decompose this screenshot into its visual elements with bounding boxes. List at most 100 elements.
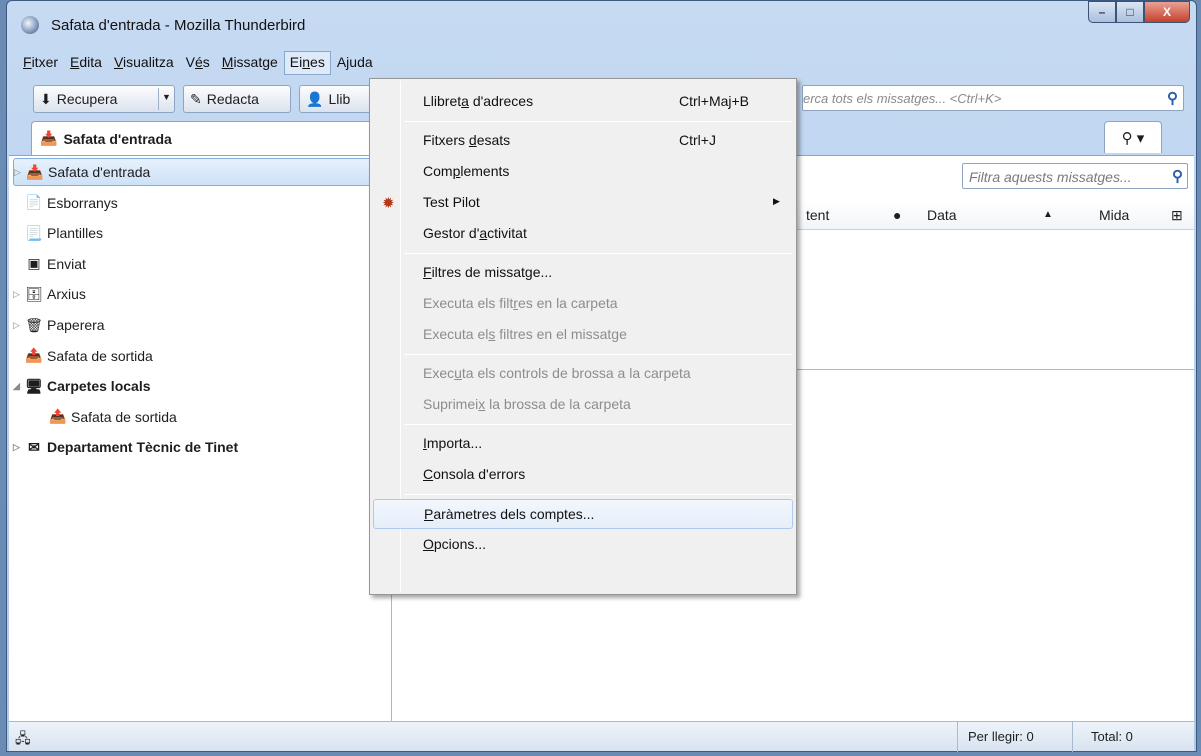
menu-label: Ajuda xyxy=(336,54,373,70)
folder-item[interactable]: ◢ 🖥 Carpetes locals xyxy=(13,372,151,400)
menu-item-test-pilot[interactable]: ✹ Test Pilot ▶ xyxy=(373,188,793,218)
folder-label: Safata d'entrada xyxy=(48,164,151,180)
menu-item-label: Gestor d'activitat xyxy=(423,225,527,241)
menu-item-executa-els-controls-de-brossa-a-la-carpeta[interactable]: Executa els controls de brossa a la carp… xyxy=(373,359,793,389)
expand-toggle-icon[interactable]: ◢ xyxy=(13,381,23,392)
minimize-button[interactable]: – xyxy=(1088,1,1116,23)
global-search-placeholder: erca tots els missatges... <Ctrl+K> xyxy=(803,91,1002,106)
search-icon[interactable]: ⚲ xyxy=(1167,89,1178,107)
column-correspondent[interactable]: tent xyxy=(806,207,829,223)
menu-item-executa-els-filtres-en-la-carpeta[interactable]: Executa els filtres en la carpeta xyxy=(373,289,793,319)
menu-item-label: Llibreta d'adreces xyxy=(423,93,534,109)
mail-account-icon: ✉ xyxy=(28,438,40,455)
menu-label: Vés xyxy=(185,54,210,70)
quick-filter-input[interactable]: Filtra aquests missatges... ⚲ xyxy=(962,163,1188,189)
tools-menu-dropdown: Llibreta d'adreces Ctrl+Maj+B Fitxers desa… xyxy=(369,78,797,595)
tab-inbox[interactable]: 📥 Safata d'entrada xyxy=(31,121,381,155)
folder-item[interactable]: ▷ 📥 Safata d'entrada xyxy=(13,158,391,186)
get-messages-button[interactable]: ⬇ Recupera ▼ xyxy=(33,85,175,113)
inbox-icon: 📥 xyxy=(40,130,58,146)
menu-item-suprimeix-la-brossa-de-la-carpeta[interactable]: Suprimeix la brossa de la carpeta xyxy=(373,390,793,420)
menu-label: Missatge xyxy=(221,54,278,70)
write-label: Redacta xyxy=(206,91,259,107)
folder-label: Plantilles xyxy=(47,225,104,242)
folder-item[interactable]: 📃 Plantilles xyxy=(13,219,103,247)
column-date[interactable]: Data xyxy=(927,207,957,223)
column-picker-icon[interactable]: ⊞ xyxy=(1171,207,1183,224)
menu-separator xyxy=(404,121,792,122)
search-icon[interactable]: ⚲ xyxy=(1172,167,1183,185)
window-title: Safata d'entrada - Mozilla Thunderbird xyxy=(51,17,306,34)
menu-item-importa[interactable]: Importa... xyxy=(373,429,793,459)
folder-item[interactable]: 📤 Safata de sortida xyxy=(37,403,177,431)
menu-bar: Fitxer Edita Visualitza Vés Missatge Eines Aju… xyxy=(7,51,379,75)
menu-label: Fitxer xyxy=(23,54,59,70)
folder-label: Paperera xyxy=(47,317,105,333)
folder-label: Arxius xyxy=(47,286,86,303)
outbox-icon: 📤 xyxy=(49,408,67,425)
menu-item-label: Paràmetres dels comptes... xyxy=(424,506,595,522)
get-messages-label: Recupera xyxy=(56,91,118,107)
drafts-icon: 📄 xyxy=(25,194,43,211)
folder-item[interactable]: 📤 Safata de sortida xyxy=(13,342,153,370)
folder-item[interactable]: ▷ ✉ Departament Tècnic de Tinet xyxy=(13,433,238,461)
junk-status-icon[interactable]: ● xyxy=(893,207,901,223)
menu-item-llibreta-d-adreces[interactable]: Llibreta d'adreces Ctrl+Maj+B xyxy=(373,87,793,117)
menu-eines[interactable]: Eines xyxy=(283,51,331,75)
archive-icon: 🗄 xyxy=(25,285,43,302)
folder-item[interactable]: ▷ 🗑 Paperera xyxy=(13,311,105,339)
menu-item-executa-els-filtres-en-el-missatge[interactable]: Executa els filtres en el missatge xyxy=(373,320,793,350)
folder-item[interactable]: 📄 Esborranys xyxy=(13,189,118,217)
menu-separator xyxy=(404,424,792,425)
menu-item-complements[interactable]: Complements xyxy=(373,157,793,187)
menu-item-label: Consola d'errors xyxy=(423,466,526,482)
expand-toggle-icon[interactable]: ▷ xyxy=(14,167,24,178)
trash-icon: 🗑 xyxy=(25,316,43,333)
maximize-button[interactable]: □ xyxy=(1116,1,1144,23)
menu-fitxer[interactable]: Fitxer xyxy=(17,51,64,75)
menu-ajuda[interactable]: Ajuda xyxy=(331,51,379,75)
global-search-input[interactable]: erca tots els missatges... <Ctrl+K> ⚲ xyxy=(802,85,1184,111)
menu-item-label: Importa... xyxy=(423,435,483,451)
menu-item-opcions[interactable]: Opcions... xyxy=(373,530,793,560)
menu-missatge[interactable]: Missatge xyxy=(216,51,284,75)
menu-item-label: Complements xyxy=(423,163,510,179)
folder-label: Safata de sortida xyxy=(47,347,153,364)
chevron-down-icon[interactable]: ▼ xyxy=(162,92,171,102)
folder-label: Safata de sortida xyxy=(71,408,177,425)
menu-label: Edita xyxy=(70,54,102,70)
expand-toggle-icon[interactable]: ▷ xyxy=(13,320,23,331)
write-button[interactable]: ✎ Redacta xyxy=(183,85,291,113)
menu-label: Eines xyxy=(289,54,325,70)
menu-item-label: Fitxers desats xyxy=(423,132,511,148)
expand-toggle-icon[interactable]: ▷ xyxy=(13,442,23,453)
folder-label: Esborranys xyxy=(47,194,118,211)
menu-visualitza[interactable]: Visualitza xyxy=(108,51,180,75)
column-size[interactable]: Mida xyxy=(1099,207,1129,223)
download-icon: ⬇ xyxy=(40,90,52,107)
expand-toggle-icon[interactable]: ▷ xyxy=(13,289,23,300)
inbox-icon: 📥 xyxy=(26,163,44,180)
close-button[interactable]: X xyxy=(1144,1,1190,23)
title-bar[interactable]: Safata d'entrada - Mozilla Thunderbird –… xyxy=(7,1,1196,45)
outbox-icon: 📤 xyxy=(25,347,43,364)
menu-edita[interactable]: Edita xyxy=(64,51,108,75)
menu-item-par-metres-dels-comptes[interactable]: Paràmetres dels comptes... xyxy=(373,499,793,529)
menu-item-consola-d-errors[interactable]: Consola d'errors xyxy=(373,460,793,490)
sent-icon: ▣ xyxy=(27,255,41,272)
total-count: Total: 0 xyxy=(1072,722,1194,752)
menu-item-filtres-de-missatge[interactable]: Filtres de missatge... xyxy=(373,258,793,288)
menu-item-shortcut: Ctrl+J xyxy=(679,132,716,148)
menu-item-label: Executa els controls de brossa a la carp… xyxy=(423,365,691,381)
quick-filter-placeholder: Filtra aquests missatges... xyxy=(969,169,1132,185)
folder-item[interactable]: ▣ Enviat xyxy=(13,250,86,278)
network-status-icon[interactable]: 🖧 xyxy=(15,728,31,752)
menu-vs[interactable]: Vés xyxy=(180,51,216,75)
menu-label: Visualitza xyxy=(113,54,174,70)
menu-item-fitxers-desats[interactable]: Fitxers desats Ctrl+J xyxy=(373,126,793,156)
tab-label: Safata d'entrada xyxy=(63,130,172,147)
tab-search-button[interactable]: ⚲ ▾ xyxy=(1104,121,1162,153)
address-book-button[interactable]: 👤 Llib xyxy=(299,85,377,113)
menu-item-gestor-d-activitat[interactable]: Gestor d'activitat xyxy=(373,219,793,249)
folder-item[interactable]: ▷ 🗄 Arxius xyxy=(13,280,86,308)
